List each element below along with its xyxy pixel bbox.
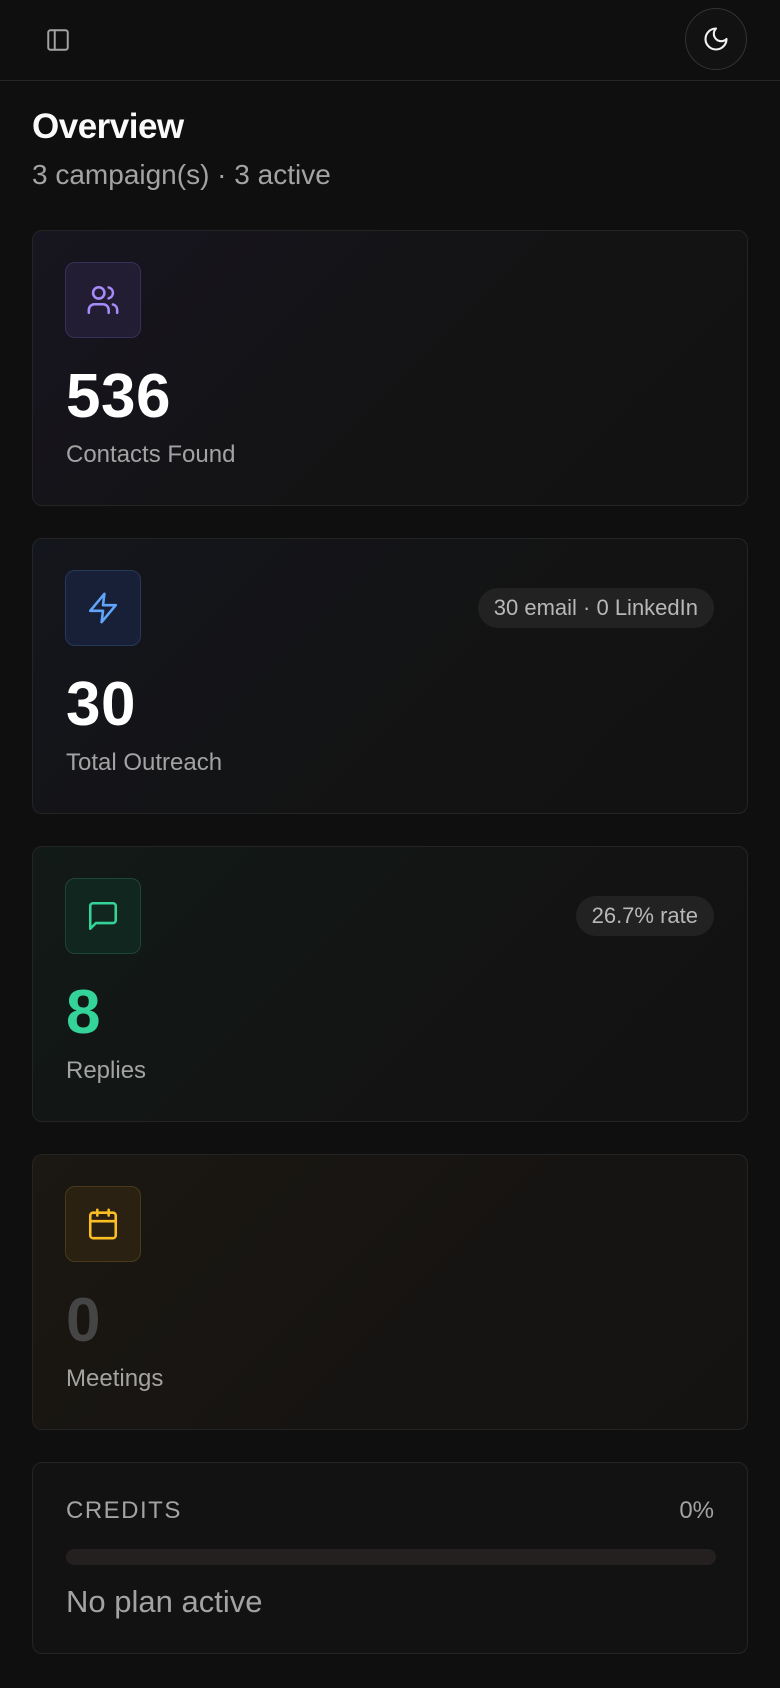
meetings-icon-box [65,1186,141,1262]
total-outreach-value: 30 [66,670,136,739]
page-title: Overview [32,107,184,146]
zap-icon [86,591,120,625]
top-bar [0,0,780,81]
credits-label: CREDITS [66,1497,182,1524]
meetings-value: 0 [66,1286,101,1355]
meetings-card: 0 Meetings [32,1154,748,1430]
contacts-icon-box [65,262,141,338]
panel-left-icon [45,27,71,53]
message-square-icon [86,899,120,933]
credits-percent: 0% [679,1497,714,1524]
credits-progress-bar [66,1549,716,1565]
replies-icon-box [65,878,141,954]
reply-rate-badge: 26.7% rate [575,896,714,936]
total-outreach-label: Total Outreach [66,749,223,776]
meetings-label: Meetings [66,1365,164,1392]
plan-status-text: No plan active [66,1584,263,1619]
replies-value: 8 [66,978,101,1047]
users-icon [86,283,120,317]
contacts-found-value: 536 [66,362,171,431]
calendar-icon [86,1207,120,1241]
contacts-found-card: 536 Contacts Found [32,230,748,506]
page-subtitle: 3 campaign(s) · 3 active [32,159,331,190]
outreach-channel-badge: 30 email · 0 LinkedIn [477,588,714,628]
replies-label: Replies [66,1057,147,1084]
replies-card: 26.7% rate 8 Replies [32,846,748,1122]
sidebar-toggle-button[interactable] [44,26,72,54]
contacts-found-label: Contacts Found [66,441,236,468]
credits-card: CREDITS 0% No plan active [32,1462,748,1654]
total-outreach-card: 30 email · 0 LinkedIn 30 Total Outreach [32,538,748,814]
outreach-icon-box [65,570,141,646]
overview-header: Overview 3 campaign(s) · 3 active [32,104,748,194]
theme-toggle-button[interactable] [685,8,747,70]
moon-icon [702,25,730,53]
